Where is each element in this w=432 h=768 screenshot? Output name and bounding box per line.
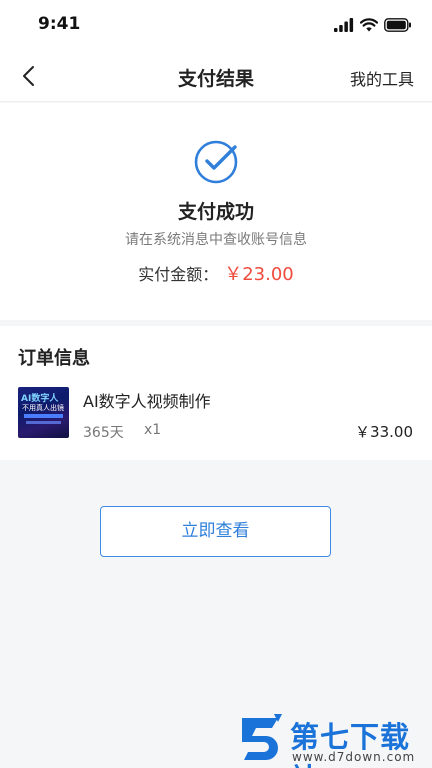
payment-result-card: 支付成功 请在系统消息中查收账号信息 实付金额： ￥23.00 xyxy=(0,103,432,320)
chevron-left-icon xyxy=(23,66,34,86)
view-now-button[interactable]: 立即查看 xyxy=(100,506,331,557)
product-quantity: x1 xyxy=(144,422,162,438)
success-check-icon xyxy=(194,140,238,184)
site-watermark: 第七下载站 www.d7down.com xyxy=(238,712,428,768)
thumbnail-banner-2 xyxy=(26,421,61,424)
nav-bar: 支付结果 我的工具 xyxy=(0,50,432,102)
product-name: AI数字人视频制作 xyxy=(83,392,211,411)
product-duration: 365天 xyxy=(83,425,124,441)
watermark-logo-icon xyxy=(242,714,282,760)
battery-icon xyxy=(384,18,411,32)
paid-amount-label: 实付金额： xyxy=(138,265,219,284)
order-section-title: 订单信息 xyxy=(18,348,90,369)
status-icons xyxy=(334,16,412,34)
wifi-icon xyxy=(360,18,378,32)
thumbnail-text-2: 不用真人出镜 xyxy=(22,404,64,412)
status-time: 9:41 xyxy=(38,14,81,34)
paid-amount: 实付金额： ￥23.00 xyxy=(0,260,432,286)
thumbnail-banner xyxy=(24,414,63,418)
success-subtitle: 请在系统消息中查收账号信息 xyxy=(125,232,307,248)
back-button[interactable] xyxy=(14,62,44,90)
order-info-card: 订单信息 AI数字人 不用真人出镜 AI数字人视频制作 365天 x1 ￥33.… xyxy=(0,326,432,460)
signal-icon xyxy=(334,18,354,32)
watermark-url: www.d7down.com xyxy=(292,750,416,764)
status-bar: 9:41 xyxy=(0,0,432,50)
product-thumbnail: AI数字人 不用真人出镜 xyxy=(18,387,69,438)
paid-amount-value: ￥23.00 xyxy=(224,264,294,285)
success-title: 支付成功 xyxy=(177,201,254,223)
product-price: ￥33.00 xyxy=(355,423,413,441)
my-tools-link[interactable]: 我的工具 xyxy=(350,66,414,90)
